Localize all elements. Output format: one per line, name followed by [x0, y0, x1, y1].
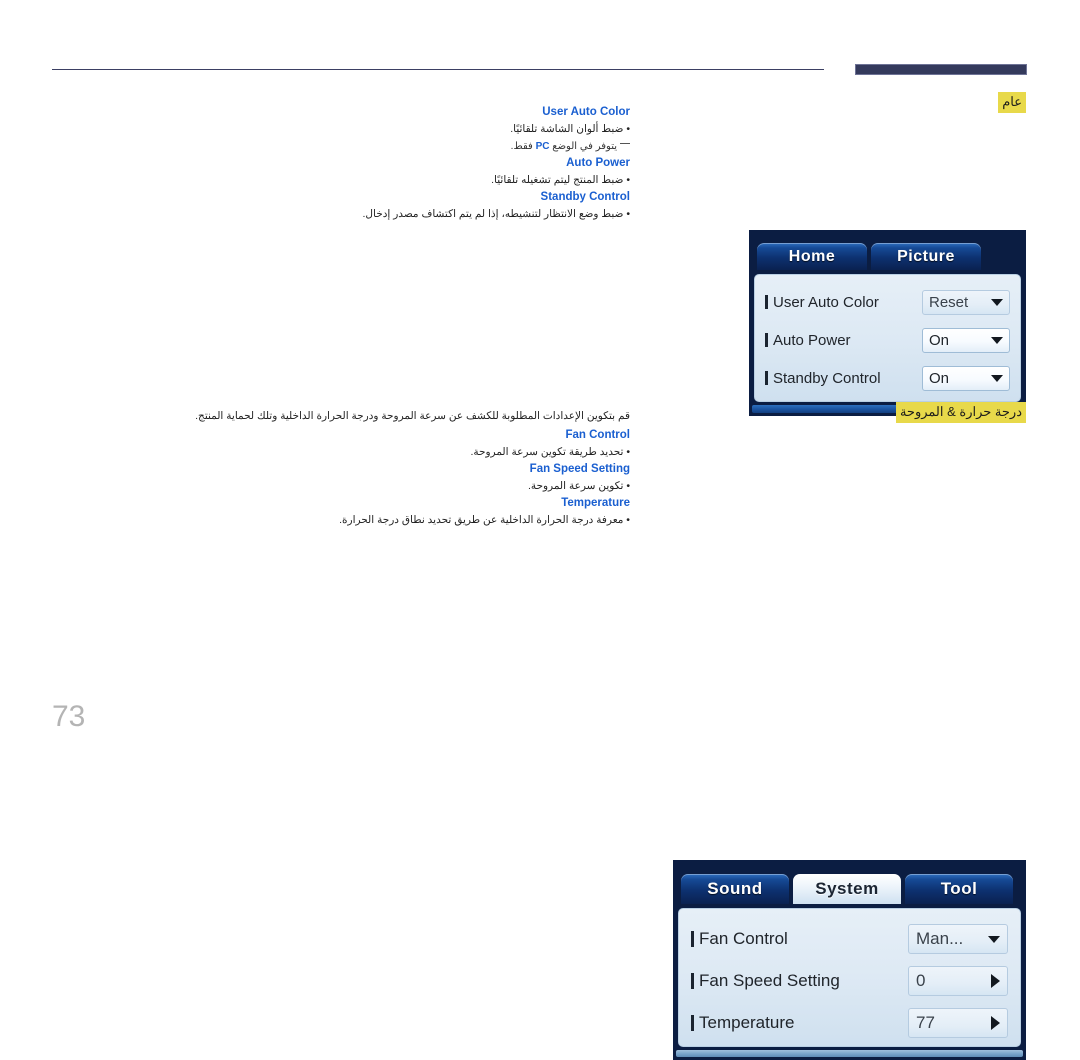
- osd-bullet-icon: [691, 931, 694, 947]
- osd-value-text: On: [929, 331, 950, 349]
- osd-value-text: Reset: [929, 293, 969, 311]
- osd-tab-system[interactable]: System: [793, 874, 901, 904]
- osd-row-auto-power[interactable]: Auto Power On: [765, 321, 1010, 359]
- heading-standby-control: Standby Control: [540, 191, 630, 203]
- osd-tabbar-general: Home Picture: [749, 230, 1026, 270]
- osd-label-text: User Auto Color: [773, 293, 879, 311]
- osd-panel-system: Sound System Tool Fan Control Man... Fan…: [673, 860, 1026, 1060]
- osd-value-standby-control[interactable]: On: [922, 365, 1010, 391]
- osd-value-auto-power[interactable]: On: [922, 327, 1010, 353]
- section-title-general: عام: [998, 92, 1026, 113]
- osd-row-fan-control[interactable]: Fan Control Man...: [691, 918, 1008, 960]
- note-highlight: PC: [535, 141, 550, 152]
- osd-body-system: Fan Control Man... Fan Speed Setting 0 T…: [678, 908, 1021, 1047]
- osd-label-fan-control: Fan Control: [691, 929, 788, 949]
- note-suffix: فقط.: [510, 141, 536, 152]
- note-dash-icon: [620, 143, 630, 144]
- osd-tab-tool[interactable]: Tool: [905, 874, 1013, 904]
- osd-bullet-icon: [765, 371, 768, 385]
- chevron-down-icon: [991, 374, 1003, 382]
- osd-row-temperature[interactable]: Temperature 77: [691, 1002, 1008, 1044]
- osd-value-fan-speed-setting[interactable]: 0: [908, 966, 1008, 996]
- osd-label-text: Standby Control: [773, 369, 881, 387]
- osd-row-user-auto-color[interactable]: User Auto Color Reset: [765, 283, 1010, 321]
- osd-bullet-icon: [691, 1015, 694, 1031]
- osd-value-text: On: [929, 369, 950, 387]
- osd-value-text: 77: [916, 1013, 935, 1032]
- heading-auto-power: Auto Power: [566, 157, 630, 169]
- section-title-fan-temperature: درجة حرارة & المروحة: [895, 402, 1026, 423]
- bullet-user-auto-color: • ضبط ألوان الشاشة تلقائيًا.: [510, 123, 630, 135]
- note-prefix: يتوفر في الوضع: [549, 141, 617, 152]
- osd-bullet-icon: [691, 973, 694, 989]
- osd-label-auto-power: Auto Power: [765, 332, 851, 349]
- bullet-temperature: • معرفة درجة الحرارة الداخلية عن طريق تح…: [339, 514, 630, 526]
- intro-fan-temperature: قم بتكوين الإعدادات المطلوبة للكشف عن سر…: [195, 410, 630, 422]
- osd-label-temperature: Temperature: [691, 1013, 794, 1033]
- osd-row-standby-control[interactable]: Standby Control On: [765, 359, 1010, 397]
- chevron-right-icon: [991, 974, 1000, 988]
- osd-bullet-icon: [765, 333, 768, 347]
- section-general-text-column: User Auto Color • ضبط ألوان الشاشة تلقائ…: [40, 104, 630, 223]
- osd-tab-sound[interactable]: Sound: [681, 874, 789, 904]
- osd-body-general: User Auto Color Reset Auto Power On Stan…: [754, 274, 1021, 402]
- osd-label-text: Temperature: [699, 1013, 795, 1032]
- header-accent-bar: [855, 64, 1027, 75]
- osd-panel-general: Home Picture User Auto Color Reset Auto …: [749, 230, 1026, 416]
- chevron-down-icon: [988, 935, 1000, 943]
- osd-label-standby-control: Standby Control: [765, 370, 881, 387]
- heading-temperature: Temperature: [561, 497, 630, 509]
- note-user-auto-color: يتوفر في الوضع PC فقط.: [40, 138, 630, 155]
- bullet-fan-speed-setting: • تكوين سرعة المروحة.: [527, 480, 630, 492]
- chevron-down-icon: [991, 298, 1003, 306]
- osd-tab-home[interactable]: Home: [757, 243, 867, 270]
- heading-user-auto-color: User Auto Color: [542, 106, 630, 118]
- page-number: 73: [52, 700, 86, 733]
- section-fan-text-column: قم بتكوين الإعدادات المطلوبة للكشف عن سر…: [40, 408, 630, 529]
- osd-value-text: Man...: [916, 929, 964, 948]
- header-divider-rule: [52, 69, 824, 70]
- heading-fan-control: Fan Control: [565, 429, 630, 441]
- osd-tab-picture[interactable]: Picture: [871, 243, 981, 270]
- osd-value-temperature[interactable]: 77: [908, 1008, 1008, 1038]
- osd-label-text: Fan Control: [699, 929, 788, 948]
- osd-tabbar-system: Sound System Tool: [673, 860, 1026, 904]
- chevron-down-icon: [991, 336, 1003, 344]
- chevron-right-icon: [991, 1016, 1000, 1030]
- osd-footer-bar-system: [676, 1050, 1023, 1057]
- osd-label-text: Fan Speed Setting: [699, 971, 840, 990]
- osd-value-user-auto-color[interactable]: Reset: [922, 289, 1010, 315]
- bullet-auto-power: • ضبط المنتج ليتم تشغيله تلقائيًا.: [491, 174, 630, 186]
- osd-label-text: Auto Power: [773, 331, 851, 349]
- osd-bullet-icon: [765, 295, 768, 309]
- osd-value-fan-control[interactable]: Man...: [908, 924, 1008, 954]
- osd-label-fan-speed-setting: Fan Speed Setting: [691, 971, 840, 991]
- heading-fan-speed-setting: Fan Speed Setting: [529, 463, 630, 475]
- osd-label-user-auto-color: User Auto Color: [765, 294, 879, 311]
- bullet-fan-control: • تحديد طريقة تكوين سرعة المروحة.: [470, 446, 630, 458]
- osd-value-text: 0: [916, 971, 926, 990]
- bullet-standby-control: • ضبط وضع الانتظار لتنشيطه، إذا لم يتم ا…: [362, 208, 630, 220]
- osd-row-fan-speed-setting[interactable]: Fan Speed Setting 0: [691, 960, 1008, 1002]
